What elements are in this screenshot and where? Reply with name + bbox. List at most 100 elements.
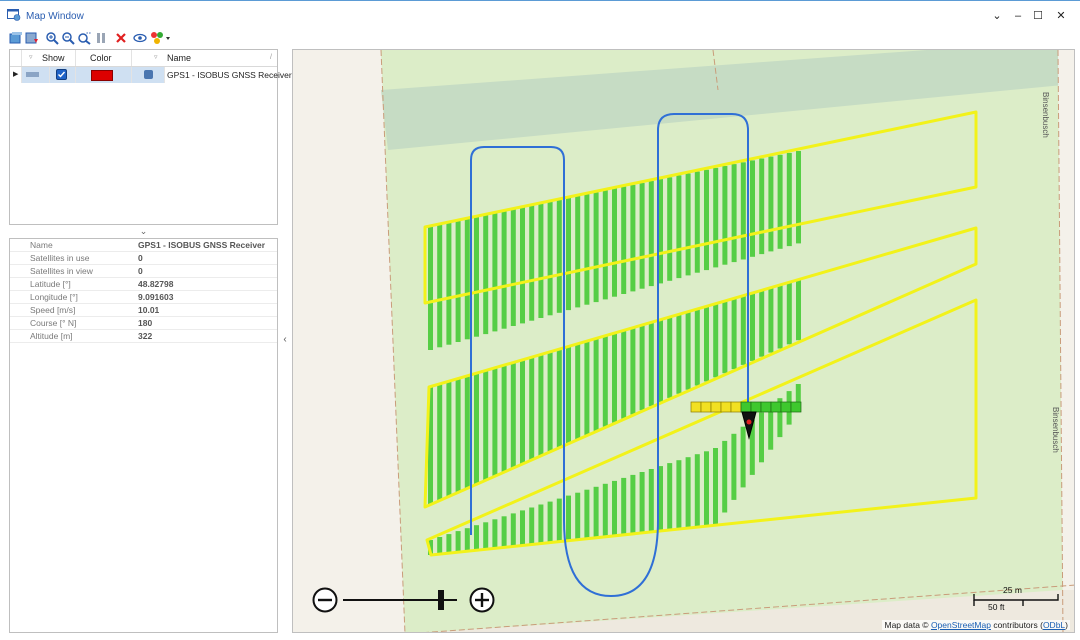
coverage-stripe — [547, 201, 553, 316]
coverage-stripe — [566, 197, 571, 311]
property-row: Altitude [m] 322 — [10, 330, 277, 343]
row-edit-cell[interactable] — [22, 67, 50, 83]
coverage-stripe — [768, 156, 774, 252]
scale-imperial-label: 50 ft — [988, 602, 1005, 612]
coverage-stripe — [685, 457, 691, 528]
street-label: Binsenbusch — [1041, 92, 1050, 138]
coverage-stripe — [575, 492, 581, 540]
coverage-stripe — [731, 298, 737, 370]
dropdown-button[interactable]: ⌄ — [987, 7, 1007, 25]
zoom-out-icon[interactable] — [61, 31, 75, 45]
coverage-stripe — [648, 469, 654, 532]
coverage-stripe — [455, 220, 461, 342]
coverage-stripe — [722, 300, 728, 374]
color-swatch[interactable] — [91, 70, 113, 81]
coverage-stripe — [437, 537, 443, 554]
open-map-icon[interactable] — [9, 31, 23, 45]
zoom-in-icon[interactable] — [45, 31, 59, 45]
visibility-icon[interactable] — [133, 31, 147, 45]
color-options-icon[interactable] — [150, 31, 172, 45]
coverage-stripe — [492, 519, 498, 549]
row-indicator: ▶ — [10, 67, 22, 83]
coverage-stripe — [602, 335, 608, 427]
coverage-stripe — [584, 340, 590, 435]
column-header-name[interactable]: ▿ Name / — [132, 50, 277, 66]
coverage-stripe — [474, 525, 479, 551]
coverage-stripe — [676, 175, 682, 279]
delete-icon[interactable] — [114, 31, 128, 45]
chevron-left-icon[interactable]: ‹ — [283, 334, 286, 345]
vehicle-center-dot — [746, 419, 752, 425]
gps-device-icon — [144, 70, 153, 79]
coverage-stripe — [556, 199, 562, 313]
coverage-stripe — [501, 516, 507, 548]
zoom-reset-icon[interactable]: °° — [77, 31, 91, 45]
coverage-stripe — [740, 426, 746, 488]
coverage-stripe — [704, 169, 709, 271]
column-header-color[interactable]: Color — [76, 50, 132, 66]
show-checkbox-cell[interactable] — [50, 67, 76, 83]
openstreetmap-link[interactable]: OpenStreetMap — [931, 620, 991, 630]
coverage-stripe — [667, 177, 673, 281]
layer-grid: ▿ Show Color ▿ Name / ▶ GPS1 - ISOBUS GN… — [9, 49, 292, 225]
coverage-stripe — [556, 498, 562, 542]
filter-icon[interactable]: ▿ — [154, 50, 158, 66]
coverage-stripe — [759, 412, 764, 463]
load-layer-icon[interactable] — [25, 31, 39, 45]
coverage-stripe — [648, 181, 654, 287]
zoom-slider-thumb[interactable] — [438, 590, 444, 610]
filter-icon[interactable]: ▿ — [29, 50, 33, 66]
minimize-button[interactable]: – — [1008, 7, 1028, 25]
coverage-stripe — [694, 171, 700, 273]
map-canvas[interactable]: Binsenbusch Binsenbusch 25 m 50 ft — [293, 50, 1075, 633]
coverage-stripe — [455, 378, 461, 493]
coverage-stripe — [685, 173, 691, 276]
property-row: Longitude [°] 9.091603 — [10, 291, 277, 304]
coverage-stripe — [593, 486, 599, 538]
coverage-stripe — [621, 477, 627, 535]
coverage-stripe — [676, 314, 682, 394]
name-cell[interactable]: GPS1 - ISOBUS GNSS Receiver — [165, 67, 292, 83]
coverage-stripe — [722, 440, 728, 513]
coverage-stripe — [584, 489, 590, 539]
coverage-stripe — [566, 346, 571, 444]
color-cell[interactable] — [76, 67, 132, 83]
panel-splitter[interactable]: ⌄ — [9, 225, 278, 237]
coverage-stripe — [713, 303, 719, 378]
coverage-stripe — [492, 367, 498, 477]
pause-icon[interactable] — [94, 31, 108, 45]
coverage-stripe — [630, 327, 636, 415]
coverage-stripe — [713, 448, 718, 525]
sort-indicator-icon[interactable]: / — [270, 50, 272, 66]
coverage-stripe — [483, 214, 489, 335]
close-button[interactable]: ✕ — [1051, 7, 1071, 25]
maximize-button[interactable]: ☐ — [1028, 7, 1048, 25]
coverage-stripe — [501, 211, 507, 329]
coverage-stripe — [584, 194, 590, 305]
property-row: Course [° N] 180 — [10, 317, 277, 330]
window-title: Map Window — [26, 11, 84, 22]
collapse-panel-button[interactable]: ‹ — [280, 330, 290, 350]
coverage-stripe — [556, 348, 562, 448]
map-window-icon — [7, 9, 21, 21]
coverage-stripe — [777, 154, 783, 249]
column-header-show[interactable]: ▿ Show — [22, 50, 76, 66]
coverage-stripe — [612, 188, 617, 297]
coverage-stripe — [630, 474, 636, 534]
coverage-stripe — [731, 164, 737, 263]
odbl-link[interactable]: ODbL — [1043, 620, 1065, 630]
toolbar: °° — [0, 30, 1080, 46]
coverage-stripe — [483, 370, 489, 481]
coverage-stripe — [621, 330, 627, 419]
coverage-stripe — [575, 343, 581, 440]
show-checkbox[interactable] — [56, 69, 67, 80]
map-view[interactable]: Binsenbusch Binsenbusch 25 m 50 ft Map d… — [292, 49, 1075, 633]
coverage-stripe — [722, 166, 728, 265]
chevron-down-icon[interactable]: ⌄ — [140, 226, 148, 236]
coverage-stripe — [621, 186, 627, 294]
coverage-stripe — [538, 203, 544, 318]
coverage-stripe — [639, 324, 645, 411]
coverage-stripe — [731, 433, 737, 500]
coverage-stripe — [777, 284, 783, 349]
table-row[interactable]: ▶ GPS1 - ISOBUS GNSS Receiver — [10, 67, 292, 83]
